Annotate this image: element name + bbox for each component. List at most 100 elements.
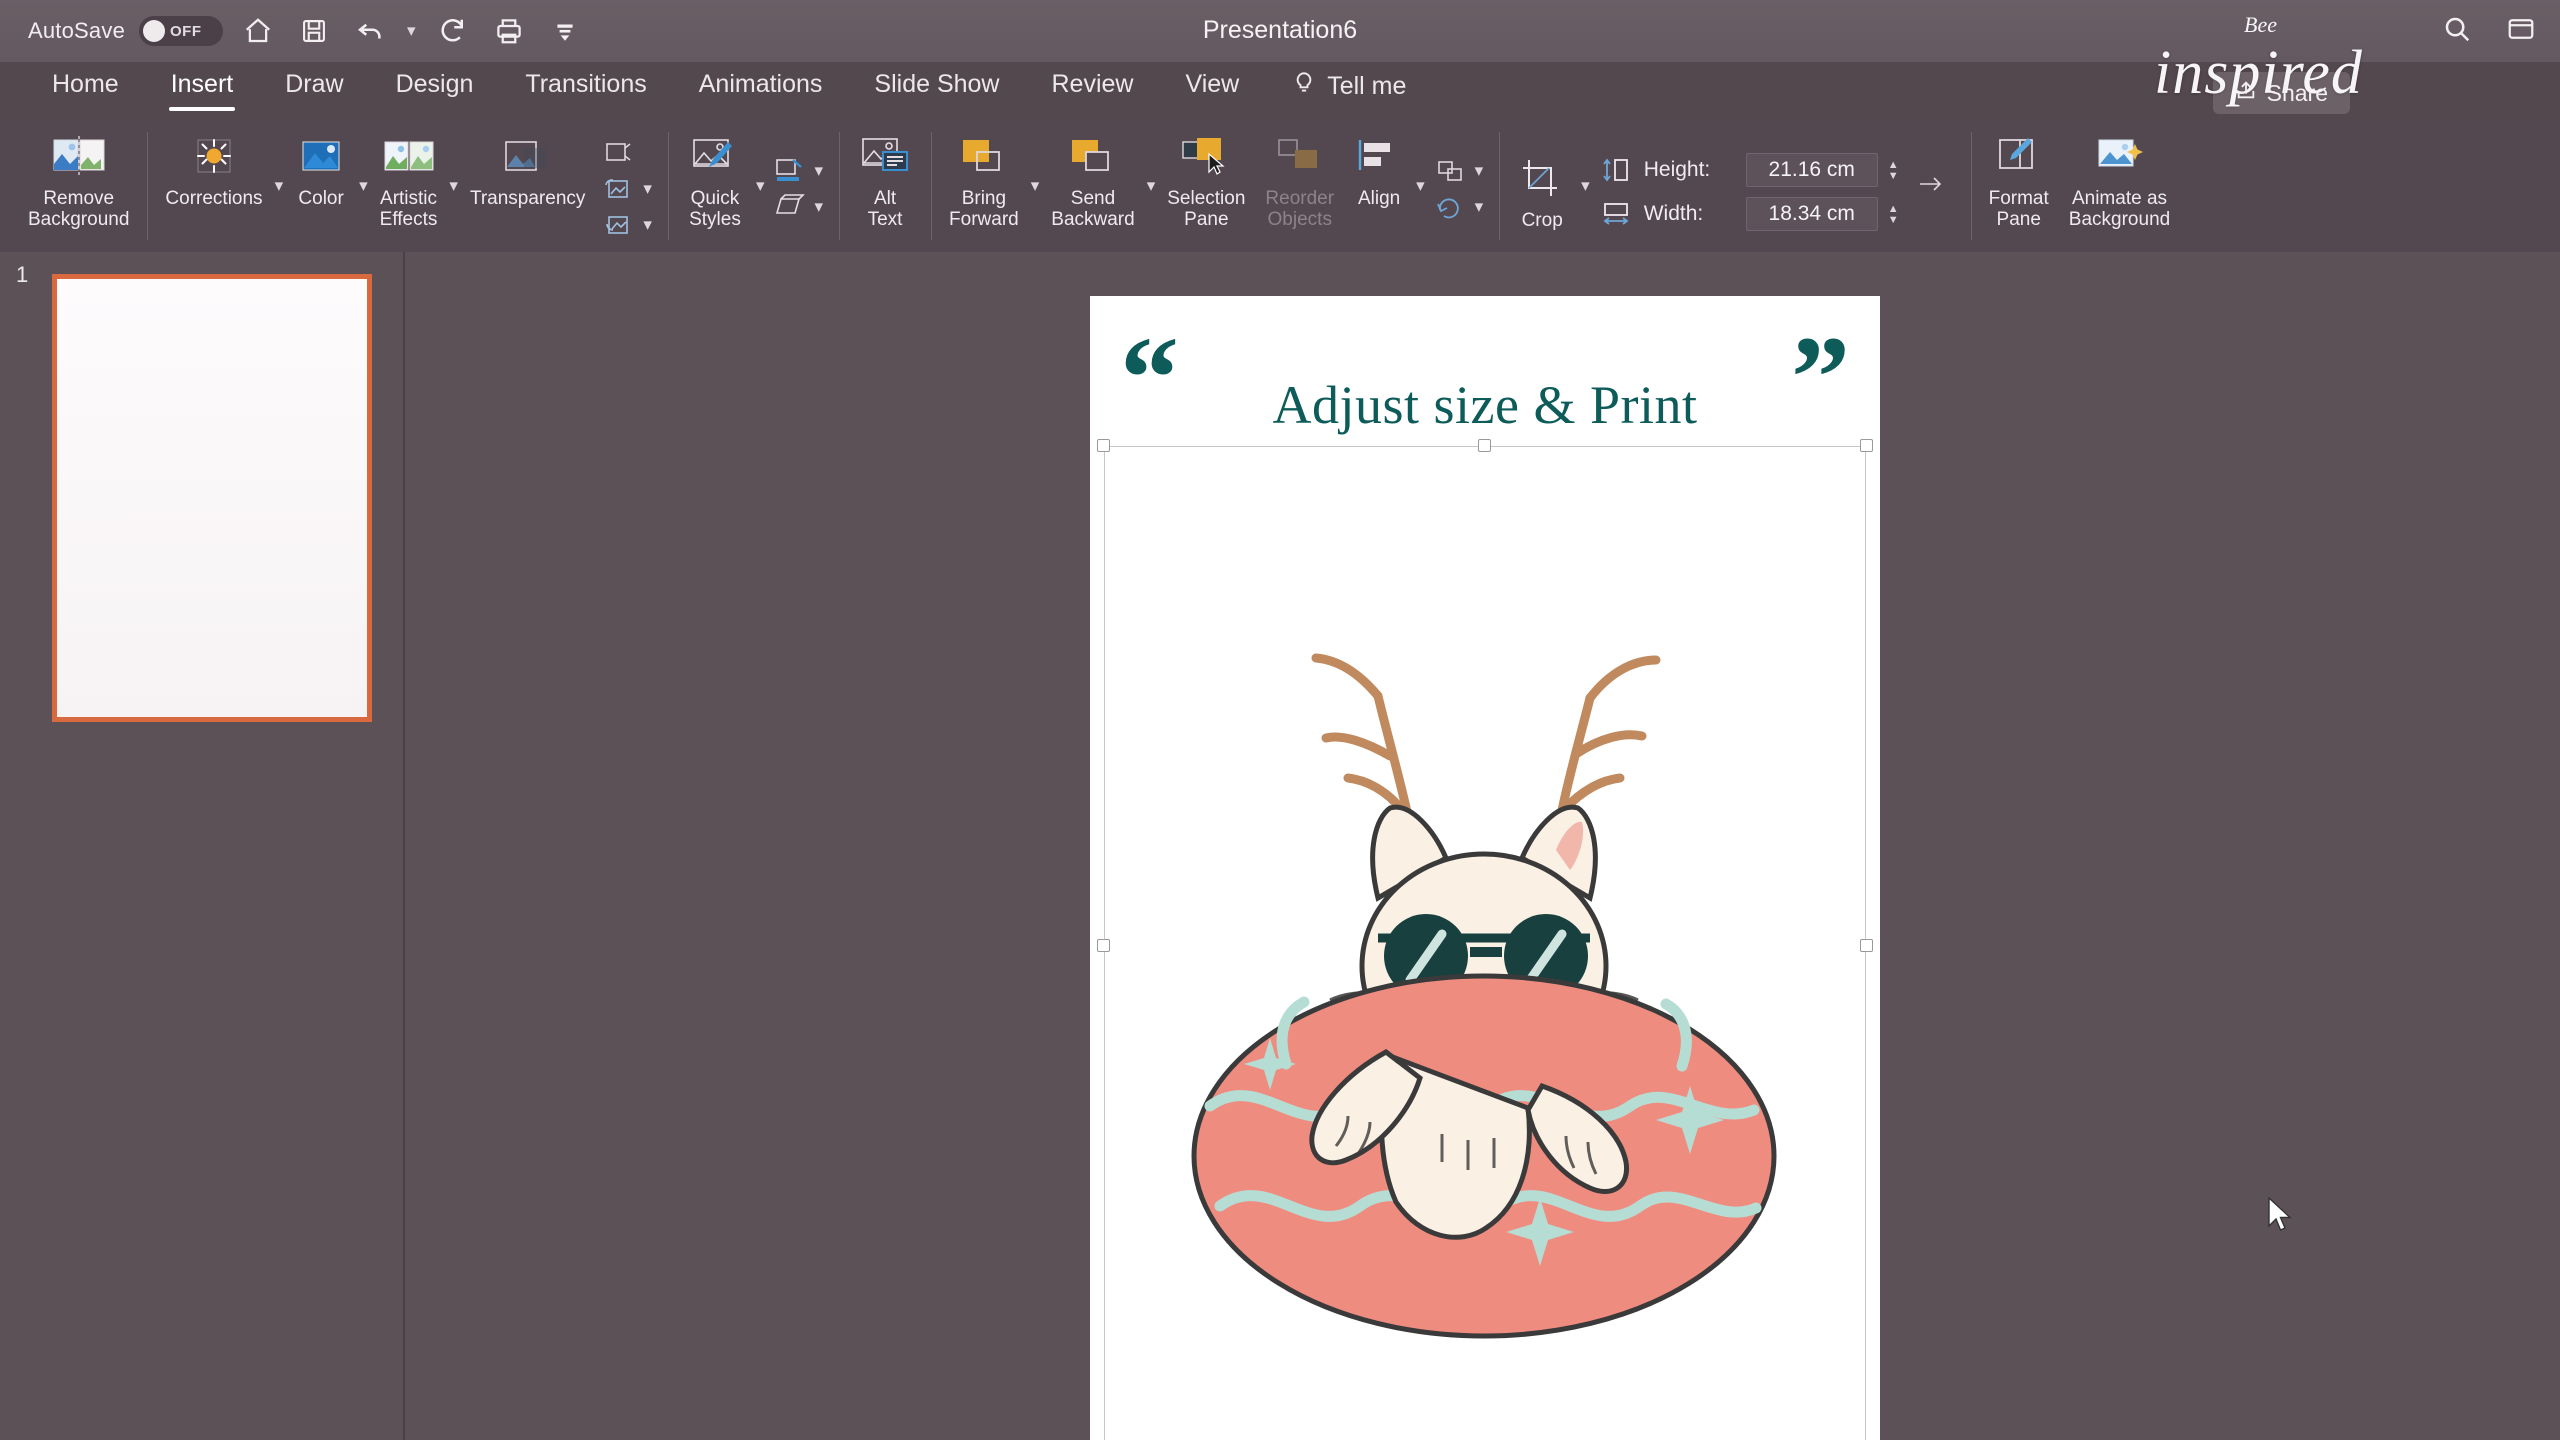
rotate-objects-icon[interactable] xyxy=(1433,192,1467,222)
tab-animations[interactable]: Animations xyxy=(673,62,849,99)
undo-dropdown-caret[interactable]: ▾ xyxy=(405,21,418,41)
send-backward-button[interactable]: Send Backward xyxy=(1041,120,1144,252)
color-button[interactable]: Color xyxy=(285,120,357,252)
undo-icon[interactable] xyxy=(349,10,391,52)
resize-handle-middle-right[interactable] xyxy=(1860,939,1873,952)
share-button[interactable]: Share xyxy=(2212,72,2350,114)
home-icon[interactable] xyxy=(237,10,279,52)
picture-border-icon[interactable] xyxy=(773,156,807,186)
artistic-effects-label: Artistic Effects xyxy=(379,188,438,230)
save-icon[interactable] xyxy=(293,10,335,52)
tab-transitions[interactable]: Transitions xyxy=(499,62,672,99)
color-icon xyxy=(295,128,347,186)
quick-styles-dropdown-caret[interactable]: ▾ xyxy=(754,120,767,252)
share-label: Share xyxy=(2266,79,2328,106)
send-backward-dropdown-caret[interactable]: ▾ xyxy=(1145,120,1158,252)
crop-dropdown-caret[interactable]: ▾ xyxy=(1579,176,1592,196)
alt-text-button[interactable]: Alt Text xyxy=(847,120,923,252)
format-pane-icon xyxy=(1992,128,2046,186)
redo-icon[interactable] xyxy=(432,10,474,52)
search-icon[interactable] xyxy=(2436,8,2478,50)
slide-canvas-area[interactable]: “ ” Adjust size & Print xyxy=(405,252,2560,1440)
bring-forward-icon xyxy=(957,128,1011,186)
format-pane-button[interactable]: Format Pane xyxy=(1979,120,2059,252)
transparency-icon xyxy=(500,128,556,186)
format-pane-label: Format Pane xyxy=(1988,188,2049,230)
picture-effects-dropdown-caret[interactable]: ▾ xyxy=(813,197,826,217)
align-button[interactable]: Align xyxy=(1344,120,1414,252)
reorder-objects-icon xyxy=(1273,128,1327,186)
width-input[interactable]: 18.34 cm xyxy=(1745,197,1878,231)
title-bar: AutoSave OFF ▾ Presentation6 xyxy=(0,0,2560,62)
width-label: Width: xyxy=(1643,202,1704,225)
tab-view[interactable]: View xyxy=(1159,62,1265,99)
corrections-button[interactable]: Corrections xyxy=(155,120,272,252)
transparency-button[interactable]: Transparency xyxy=(460,120,595,252)
selection-pane-button[interactable]: Selection Pane xyxy=(1157,120,1255,252)
resize-handle-middle-left[interactable] xyxy=(1097,939,1110,952)
transparency-label: Transparency xyxy=(469,188,586,209)
tab-insert[interactable]: Insert xyxy=(145,62,260,111)
tab-review[interactable]: Review xyxy=(1025,62,1159,99)
resize-handle-top-center[interactable] xyxy=(1478,439,1491,452)
ribbon-display-options-icon[interactable] xyxy=(2500,8,2542,50)
picture-effects-icon[interactable] xyxy=(773,192,807,222)
tab-slide-show[interactable]: Slide Show xyxy=(848,62,1025,99)
quick-styles-button[interactable]: Quick Styles xyxy=(676,120,754,252)
group-objects-icon[interactable] xyxy=(1433,156,1467,186)
tell-me-label: Tell me xyxy=(1327,72,1407,100)
image-selection-frame[interactable] xyxy=(1097,439,1873,1440)
ribbon: Remove Background Corrections ▾ Color ▾ … xyxy=(0,120,2560,252)
artistic-effects-dropdown-caret[interactable]: ▾ xyxy=(447,120,460,252)
height-spinner[interactable]: ▲ ▼ xyxy=(1888,159,1899,181)
corrections-icon xyxy=(188,128,240,186)
reset-picture-dropdown-caret[interactable]: ▾ xyxy=(641,215,654,235)
artistic-effects-button[interactable]: Artistic Effects xyxy=(370,120,448,252)
more-commands-icon[interactable] xyxy=(544,10,586,52)
send-backward-icon xyxy=(1066,128,1120,186)
width-spinner[interactable]: ▲ ▼ xyxy=(1888,203,1899,225)
slide-thumbnail-content xyxy=(57,279,367,717)
picture-border-dropdown-caret[interactable]: ▾ xyxy=(813,161,826,181)
ribbon-group-adjust: Corrections ▾ Color ▾ Artistic Effects ▾… xyxy=(147,120,668,252)
bring-forward-dropdown-caret[interactable]: ▾ xyxy=(1029,120,1042,252)
slide-title-text[interactable]: Adjust size & Print xyxy=(1090,374,1880,436)
remove-background-label: Remove Background xyxy=(28,188,130,230)
powerpoint-window: AutoSave OFF ▾ Presentation6 Home Insert… xyxy=(0,0,2560,1440)
animate-as-background-label: Animate as Background xyxy=(2068,188,2171,230)
crop-button[interactable]: Crop xyxy=(1505,142,1579,231)
animate-as-background-icon xyxy=(2091,128,2149,186)
corrections-dropdown-caret[interactable]: ▾ xyxy=(273,120,286,252)
slide-thumbnail-1[interactable] xyxy=(52,274,372,722)
tell-me-search[interactable]: Tell me xyxy=(1265,62,1426,103)
color-dropdown-caret[interactable]: ▾ xyxy=(357,120,370,252)
autosave-toggle[interactable]: OFF xyxy=(139,16,224,46)
size-dialog-launcher[interactable] xyxy=(1899,152,1963,220)
remove-background-button[interactable]: Remove Background xyxy=(18,120,139,252)
resize-handle-top-right[interactable] xyxy=(1860,439,1873,452)
rotate-objects-dropdown-caret[interactable]: ▾ xyxy=(1473,197,1486,217)
reorder-objects-button[interactable]: Reorder Objects xyxy=(1255,120,1344,252)
print-icon[interactable] xyxy=(488,10,530,52)
change-picture-icon[interactable] xyxy=(601,174,635,204)
corrections-label: Corrections xyxy=(165,188,263,209)
change-picture-dropdown-caret[interactable]: ▾ xyxy=(641,179,654,199)
height-label: Height: xyxy=(1643,158,1711,181)
bring-forward-button[interactable]: Bring Forward xyxy=(939,120,1029,252)
slide-canvas[interactable]: “ ” Adjust size & Print xyxy=(1090,296,1880,1440)
height-input[interactable]: 21.16 cm xyxy=(1745,153,1878,187)
mouse-cursor xyxy=(2267,1196,2293,1235)
tab-design[interactable]: Design xyxy=(370,62,500,99)
reset-picture-icon[interactable] xyxy=(601,210,635,240)
align-dropdown-caret[interactable]: ▾ xyxy=(1414,120,1427,252)
ribbon-group-arrange: Bring Forward ▾ Send Backward ▾ Selectio… xyxy=(931,120,1499,252)
ribbon-group-size: Crop ▾ Height: 21.16 cm ▲ ▼ Width: 18.34… xyxy=(1499,120,1970,252)
ribbon-group-adjust-remove: Remove Background xyxy=(10,120,147,252)
tab-home[interactable]: Home xyxy=(26,62,145,99)
tab-draw[interactable]: Draw xyxy=(259,62,369,99)
animate-as-background-button[interactable]: Animate as Background xyxy=(2059,120,2180,252)
group-objects-dropdown-caret[interactable]: ▾ xyxy=(1473,161,1486,181)
compress-pictures-icon[interactable] xyxy=(601,138,635,168)
align-label: Align xyxy=(1357,188,1401,209)
resize-handle-top-left[interactable] xyxy=(1097,439,1110,452)
